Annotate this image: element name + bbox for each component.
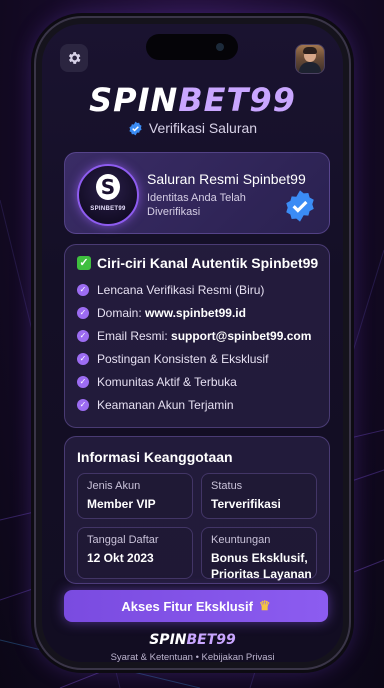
brand-part-bet99: BET99 — [178, 81, 296, 119]
field-value: 12 Okt 2023 — [87, 551, 154, 565]
trait-item: ✓ Lencana Verifikasi Resmi (Biru) — [77, 283, 264, 297]
logo-wordmark: SPINBET99 — [90, 206, 126, 212]
footer-brand-bet99: BET99 — [186, 632, 236, 648]
dynamic-island — [146, 34, 238, 60]
crown-icon: ♛ — [258, 598, 271, 613]
check-circle-icon: ✓ — [77, 307, 89, 319]
verification-heading: Verifikasi Saluran — [42, 120, 343, 136]
official-channel-subtitle: Identitas Anda Telah Diverifikasi — [147, 192, 246, 218]
trait-item: ✓ Domain: www.spinbet99.id — [77, 306, 246, 320]
footer-brand-logo: SPINBET99 — [42, 632, 343, 648]
trait-label: Keamanan Akun Terjamin — [97, 398, 234, 412]
brand-logo: SPINBET99 — [42, 82, 343, 118]
status-field: Status Terverifikasi — [201, 473, 317, 519]
large-verified-check-icon — [286, 190, 314, 222]
trait-label: Email Resmi: — [97, 329, 172, 343]
field-label: Status — [211, 480, 243, 492]
settings-button[interactable] — [60, 44, 88, 72]
trait-item: ✓ Komunitas Aktif & Terbuka — [77, 375, 237, 389]
spinbet99-logo: S SPINBET99 — [77, 164, 139, 226]
check-circle-icon: ✓ — [77, 330, 89, 342]
traits-title-text: Ciri-ciri Kanal Autentik Spinbet99 — [97, 255, 319, 271]
check-circle-icon: ✓ — [77, 284, 89, 296]
field-value: Bonus Eksklusif, Prioritas Layanan — [211, 551, 312, 581]
trait-label: Komunitas Aktif & Terbuka — [97, 375, 237, 389]
exclusive-access-button[interactable]: Akses Fitur Eksklusif ♛ — [64, 590, 328, 622]
trait-label: Postingan Konsisten & Eksklusif — [97, 352, 269, 366]
account-type-field: Jenis Akun Member VIP — [77, 473, 193, 519]
join-date-field: Tanggal Daftar 12 Okt 2023 — [77, 527, 193, 579]
verified-badge-icon — [129, 121, 142, 135]
traits-title: ✓ Ciri-ciri Kanal Autentik Spinbet99 — [77, 255, 318, 271]
brand-part-spin: SPIN — [89, 81, 179, 119]
email-link[interactable]: support@spinbet99.com — [171, 329, 311, 343]
benefits-field: Keuntungan Bonus Eksklusif, Prioritas La… — [201, 527, 317, 581]
logo-letter: S — [96, 174, 120, 200]
field-label: Keuntungan — [211, 534, 271, 546]
trait-label: Lencana Verifikasi Resmi (Biru) — [97, 283, 265, 297]
footer-brand-spin: SPIN — [149, 632, 187, 648]
trait-item: ✓ Keamanan Akun Terjamin — [77, 398, 234, 412]
check-circle-icon: ✓ — [77, 399, 89, 411]
membership-info-card: Informasi Keanggotaan Jenis Akun Member … — [64, 436, 330, 584]
field-label: Tanggal Daftar — [87, 534, 159, 546]
field-label: Jenis Akun — [87, 480, 141, 492]
phone-screen: SPINBET99 Verifikasi Saluran S SPINBET99… — [42, 24, 343, 662]
membership-title: Informasi Keanggotaan — [77, 449, 233, 465]
trait-label: Domain: — [97, 306, 146, 320]
check-circle-icon: ✓ — [77, 353, 89, 365]
verification-label: Verifikasi Saluran — [148, 120, 258, 136]
trait-item: ✓ Postingan Konsisten & Eksklusif — [77, 352, 268, 366]
field-value: Member VIP — [87, 497, 156, 511]
user-avatar[interactable] — [295, 44, 325, 74]
check-circle-icon: ✓ — [77, 376, 89, 388]
phone-frame: SPINBET99 Verifikasi Saluran S SPINBET99… — [36, 18, 349, 668]
official-channel-card: S SPINBET99 Saluran Resmi Spinbet99 Iden… — [64, 152, 330, 234]
field-value: Terverifikasi — [211, 497, 281, 511]
gear-icon — [68, 52, 81, 64]
green-checkbox-icon: ✓ — [77, 256, 91, 270]
domain-link[interactable]: www.spinbet99.id — [145, 306, 246, 320]
footer-links[interactable]: Syarat & Ketentuan • Kebijakan Privasi — [42, 652, 343, 662]
trait-item: ✓ Email Resmi: support@spinbet99.com — [77, 329, 311, 343]
avatar-hair — [303, 47, 317, 54]
official-channel-title: Saluran Resmi Spinbet99 — [147, 171, 306, 187]
camera-icon — [216, 43, 224, 51]
authentic-channel-traits-card: ✓ Ciri-ciri Kanal Autentik Spinbet99 ✓ L… — [64, 244, 330, 428]
avatar-body — [299, 62, 321, 73]
cta-label: Akses Fitur Eksklusif — [121, 598, 253, 614]
